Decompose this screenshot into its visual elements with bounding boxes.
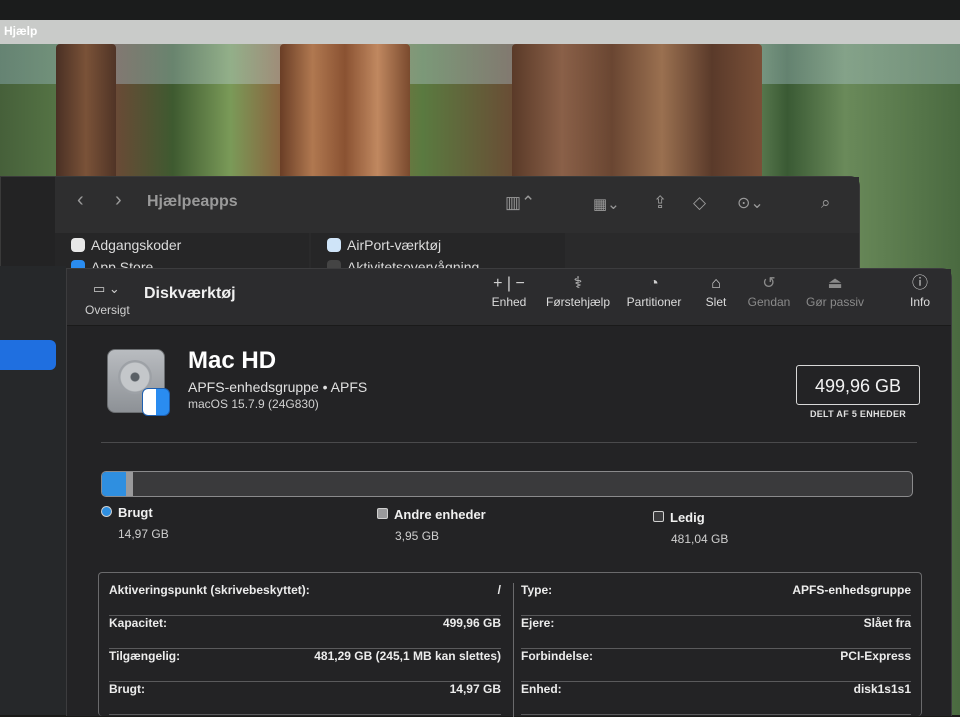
table-row: Aktiveringspunkt (skrivebeskyttet): / [109, 583, 501, 616]
divider [101, 442, 917, 443]
other-value: 3,95 GB [395, 529, 440, 543]
usage-used-segment [102, 472, 127, 496]
restore-button[interactable]: ↺ Gendan [745, 273, 793, 309]
restore-icon: ↺ [762, 275, 776, 292]
legend-free: Ledig [653, 510, 705, 525]
free-value: 481,04 GB [671, 532, 729, 546]
disk-utility-toolbar: ▭ ⌄ Oversigt Diskværktøj + | − Enhed ⚕ F… [67, 269, 951, 326]
table-row: Tilgængelig: 481,29 GB (245,1 MB kan slet… [109, 649, 501, 682]
share-icon[interactable]: ⇪ [653, 193, 667, 213]
table-row: Brugt: 14,97 GB [109, 682, 501, 715]
volume-name: Mac HD [188, 347, 277, 374]
unmount-button[interactable]: ⏏ Gør passiv [803, 273, 867, 309]
legend-other: Andre enheder [377, 507, 486, 522]
plus-minus-icon: + | − [493, 275, 525, 292]
back-icon[interactable]: ‹ [77, 189, 84, 212]
stethoscope-icon: ⚕ [573, 275, 583, 292]
table-row: Ejere: Slået fra [521, 616, 911, 649]
volume-subtitle: APFS-enhedsgruppe • APFS [188, 379, 368, 395]
menu-help[interactable]: Hjælp [4, 24, 37, 38]
other-dot-icon [377, 508, 388, 519]
list-item[interactable]: AirPort-værktøj [327, 237, 441, 253]
sidebar-toggle-icon[interactable]: ▭ ⌄ [93, 281, 120, 297]
partition-button[interactable]: ◔ Partitioner [622, 273, 686, 309]
menu-bar: Hjælp [0, 0, 960, 44]
hard-drive-icon [107, 349, 170, 416]
used-dot-icon [101, 506, 112, 517]
info-icon: ⓘ [911, 275, 928, 292]
forward-icon[interactable]: › [115, 189, 122, 212]
table-row: Type: APFS-enhedsgruppe [521, 583, 911, 616]
table-row: Forbindelse: PCI-Express [521, 649, 911, 682]
usage-other-segment [126, 472, 133, 496]
airport-utility-icon [327, 238, 341, 252]
disk-utility-window: ▭ ⌄ Oversigt Diskværktøj + | − Enhed ⚕ F… [66, 268, 952, 717]
wallpaper-trunk [56, 44, 116, 184]
table-row: Kapacitet: 499,96 GB [109, 616, 501, 649]
column-separator [513, 583, 514, 717]
sidebar-view-label: Oversigt [85, 303, 130, 317]
capacity-shared-label: DELT AF 5 ENHEDER [809, 409, 907, 419]
sidebar-selected-volume[interactable] [0, 340, 56, 370]
usage-bar [101, 471, 913, 497]
finder-title: Hjælpeapps [147, 193, 238, 210]
erase-icon: ⌂ [711, 275, 721, 292]
column-view-icon[interactable]: ▥⌃ [505, 193, 535, 213]
wallpaper-trunk [512, 44, 762, 184]
used-value: 14,97 GB [118, 527, 169, 541]
info-button[interactable]: ⓘ Info [903, 273, 937, 309]
first-aid-button[interactable]: ⚕ Førstehjælp [543, 273, 613, 309]
legend-used: Brugt [101, 505, 153, 520]
search-icon[interactable]: ⌕ [821, 193, 831, 213]
info-table: Aktiveringspunkt (skrivebeskyttet): / Kap… [98, 572, 922, 717]
wallpaper-sky [0, 44, 960, 84]
pie-icon: ◔ [649, 275, 659, 292]
tag-icon[interactable]: ◇ [693, 193, 706, 213]
volume-os: macOS 15.7.9 (24G830) [188, 397, 319, 411]
disk-utility-sidebar [0, 266, 66, 715]
more-icon[interactable]: ⊙⌄ [737, 193, 764, 213]
erase-button[interactable]: ⌂ Slet [696, 273, 736, 309]
add-volume-button[interactable]: + | − Enhed [487, 273, 531, 309]
group-icon[interactable]: ▦⌄ [593, 195, 620, 213]
list-item[interactable]: Adgangskoder [71, 237, 181, 253]
wallpaper-trunk [280, 44, 410, 184]
free-dot-icon [653, 511, 664, 522]
eject-icon: ⏏ [827, 275, 843, 292]
window-title: Diskværktøj [144, 285, 236, 302]
passwords-app-icon [71, 238, 85, 252]
capacity-box: 499,96 GB [796, 365, 920, 405]
table-row: Enhed: disk1s1s1 [521, 682, 911, 715]
finder-face-icon [142, 388, 170, 416]
